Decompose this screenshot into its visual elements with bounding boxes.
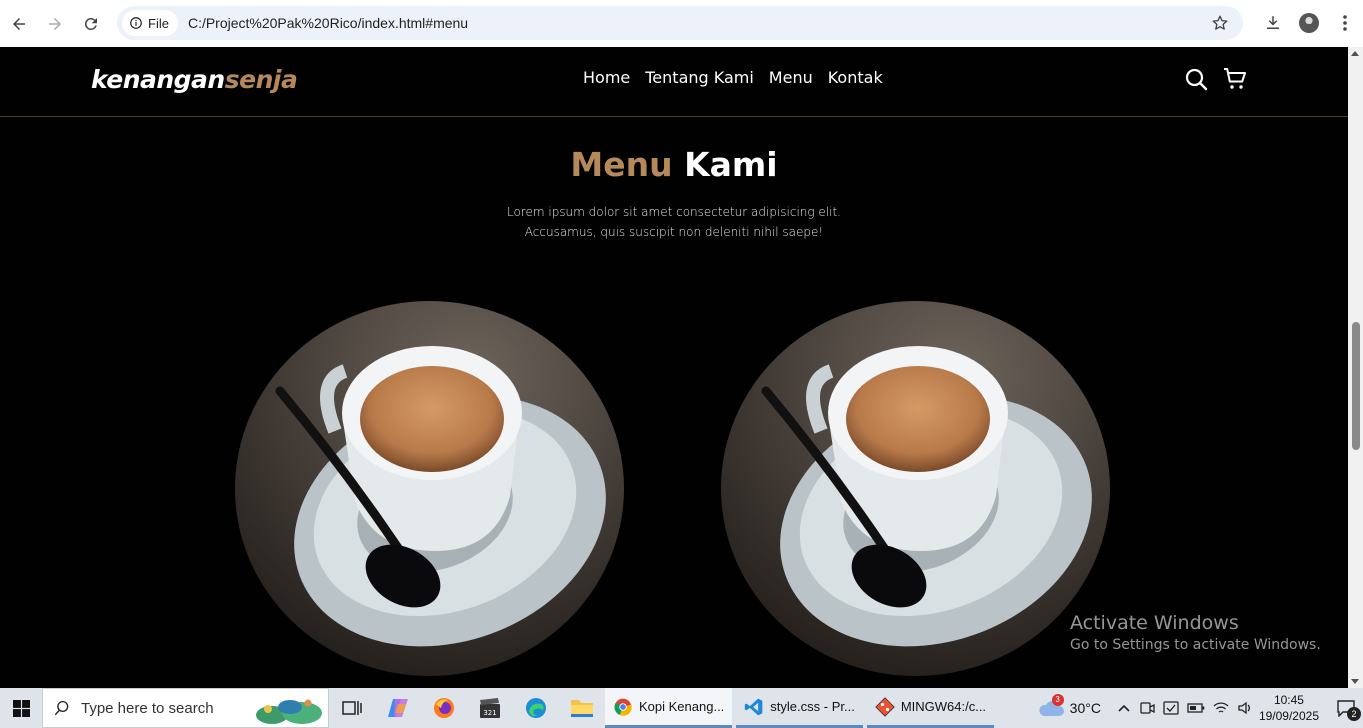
nav-link-tentang-kami[interactable]: Tentang Kami bbox=[645, 68, 754, 87]
espresso-image bbox=[721, 301, 1110, 676]
taskbar-clock[interactable]: 10:45 19/09/2025 bbox=[1259, 692, 1319, 724]
scroll-down-arrow[interactable] bbox=[1351, 679, 1359, 684]
browser-toolbar: File C:/Project%20Pak%20Rico/index.html#… bbox=[0, 0, 1363, 47]
menu-card bbox=[721, 301, 1110, 676]
chevron-up-icon[interactable] bbox=[1117, 701, 1131, 715]
git-bash-window-title: MINGW64:/c... bbox=[900, 699, 987, 714]
watermark-subtitle: Go to Settings to activate Windows. bbox=[1070, 637, 1321, 653]
watermark-title: Activate Windows bbox=[1070, 612, 1239, 634]
chrome-icon bbox=[614, 698, 632, 716]
notification-center-button[interactable]: 2 bbox=[1329, 699, 1363, 721]
site-logo[interactable]: kenangansenja bbox=[91, 65, 298, 94]
folder-icon bbox=[571, 700, 593, 717]
nav-menu: Home Tentang Kami Menu Kontak bbox=[583, 68, 883, 87]
reload-icon bbox=[84, 17, 97, 30]
taskbar-search-box[interactable]: Type here to search bbox=[42, 688, 329, 728]
search-highlight-illustration-icon bbox=[256, 699, 322, 724]
description-line-1: Lorem ipsum dolor sit amet consectetur a… bbox=[506, 205, 841, 219]
file-explorer-app[interactable] bbox=[559, 688, 605, 728]
clapperboard-icon: 321 bbox=[480, 698, 500, 718]
back-button[interactable] bbox=[1, 6, 37, 42]
clock-date: 19/09/2025 bbox=[1258, 709, 1319, 723]
copilot-app[interactable] bbox=[375, 688, 421, 728]
url-text[interactable]: C:/Project%20Pak%20Rico/index.html#menu bbox=[188, 15, 468, 31]
logo-main: kenangan bbox=[91, 65, 225, 94]
git-bash-icon bbox=[875, 696, 895, 717]
security-icon[interactable] bbox=[1163, 700, 1179, 716]
svg-text:321: 321 bbox=[483, 709, 496, 717]
shopping-cart-icon[interactable] bbox=[1223, 67, 1247, 91]
windows-logo-icon bbox=[12, 699, 30, 717]
volume-icon[interactable] bbox=[1237, 700, 1253, 716]
notification-count-badge: 2 bbox=[1347, 707, 1361, 721]
section-title: Menu Kami bbox=[0, 145, 1348, 184]
more-menu-icon[interactable] bbox=[1327, 15, 1363, 31]
page-scrollbar[interactable] bbox=[1348, 47, 1363, 688]
edge-app[interactable] bbox=[513, 688, 559, 728]
tray-icons bbox=[1117, 700, 1253, 716]
weather-temperature: 30°C bbox=[1069, 700, 1101, 716]
wifi-icon[interactable] bbox=[1213, 701, 1229, 715]
copilot-icon bbox=[388, 699, 408, 717]
bookmark-star-icon[interactable] bbox=[1211, 14, 1229, 36]
description-line-2: Accusamus, quis suscipit non deleniti ni… bbox=[524, 225, 824, 239]
system-tray: 3 30°C 10:45 19/09/2025 2 bbox=[1038, 688, 1363, 728]
vscode-icon bbox=[745, 698, 763, 715]
firefox-app[interactable] bbox=[421, 688, 467, 728]
reload-button[interactable] bbox=[73, 6, 109, 42]
taskbar-chrome-window[interactable]: Kopi Kenang... bbox=[605, 688, 733, 728]
web-page: kenangansenja Home Tentang Kami Menu Kon… bbox=[0, 47, 1348, 688]
weather-widget[interactable]: 3 30°C bbox=[1038, 694, 1101, 718]
menu-card bbox=[235, 301, 624, 676]
edge-icon bbox=[526, 698, 546, 718]
arrow-right-icon bbox=[49, 17, 61, 30]
site-navbar: kenangansenja Home Tentang Kami Menu Kon… bbox=[0, 47, 1348, 117]
site-info-chip[interactable]: File bbox=[122, 10, 178, 36]
chrome-window-title: Kopi Kenang... bbox=[639, 699, 725, 714]
nav-link-menu[interactable]: Menu bbox=[769, 68, 813, 87]
logo-accent: senja bbox=[224, 65, 298, 94]
address-bar[interactable]: File C:/Project%20Pak%20Rico/index.html#… bbox=[117, 6, 1243, 40]
info-icon bbox=[130, 17, 142, 29]
battery-icon[interactable] bbox=[1187, 701, 1205, 715]
profile-avatar[interactable] bbox=[1291, 13, 1327, 33]
nav-icons bbox=[1184, 67, 1247, 91]
task-view-icon bbox=[342, 701, 362, 715]
media-app[interactable]: 321 bbox=[467, 688, 513, 728]
activate-windows-watermark: Activate Windows Go to Settings to activ… bbox=[1070, 612, 1321, 653]
scroll-thumb[interactable] bbox=[1352, 322, 1360, 450]
search-icon[interactable] bbox=[1184, 67, 1208, 91]
site-info-label: File bbox=[148, 15, 169, 31]
title-rest: Kami bbox=[684, 145, 778, 184]
section-description: Lorem ipsum dolor sit amet consectetur a… bbox=[474, 202, 874, 242]
nav-link-kontak[interactable]: Kontak bbox=[828, 68, 883, 87]
scroll-up-arrow[interactable] bbox=[1351, 51, 1359, 56]
taskbar-vscode-window[interactable]: style.css - Pr... bbox=[736, 688, 863, 728]
firefox-icon bbox=[434, 698, 454, 718]
windows-start-button[interactable] bbox=[0, 688, 42, 728]
vscode-window-title: style.css - Pr... bbox=[770, 699, 855, 714]
espresso-image bbox=[235, 301, 624, 676]
meet-now-icon[interactable] bbox=[1139, 700, 1155, 716]
nav-link-home[interactable]: Home bbox=[583, 68, 630, 87]
title-accent: Menu bbox=[570, 145, 673, 184]
clock-time: 10:45 bbox=[1273, 693, 1304, 707]
search-placeholder: Type here to search bbox=[81, 699, 214, 717]
task-view-button[interactable] bbox=[329, 688, 375, 728]
taskbar-git-bash-window[interactable]: MINGW64:/c... bbox=[866, 688, 995, 728]
weather-alert-badge: 3 bbox=[1051, 694, 1064, 706]
windows-taskbar: Type here to search 321 Kopi Kenang... s… bbox=[0, 688, 1363, 728]
forward-button[interactable] bbox=[37, 6, 73, 42]
search-icon bbox=[54, 700, 69, 716]
arrow-left-icon bbox=[13, 17, 25, 30]
download-icon[interactable] bbox=[1255, 14, 1291, 32]
